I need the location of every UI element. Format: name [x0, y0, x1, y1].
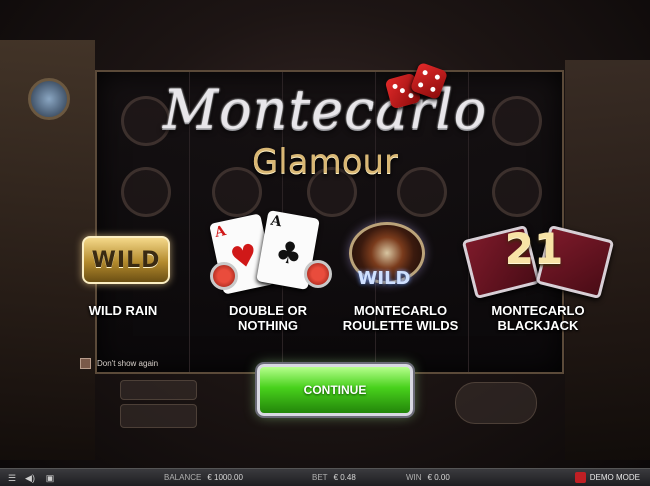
roulette-wild-badge: WILD	[357, 268, 411, 289]
settings-icon[interactable]: ▣	[44, 472, 56, 484]
playing-cards-icon: A ♥ A ♣	[209, 210, 332, 295]
dim-spin-button	[455, 382, 537, 424]
blackjack-21-badge: 21	[504, 224, 564, 273]
feature-label: DOUBLE OR NOTHING	[229, 303, 307, 333]
game-stage: Montecarlo Glamour WILD WILD RAIN A ♥ A ♣ …	[0, 0, 650, 486]
bet-display: BET € 0.48	[312, 473, 356, 482]
balance-display: BALANCE € 1000.00	[164, 473, 243, 482]
win-value: € 0.00	[427, 473, 450, 482]
chip-icon	[210, 262, 238, 290]
game-logo-subtitle: Glamour	[251, 142, 399, 182]
feature-blackjack: MONTECARLO BLACKJACK	[478, 303, 598, 333]
feature-label: WILD RAIN	[88, 303, 158, 318]
balance-label: BALANCE	[164, 473, 202, 482]
feature-wild-rain: WILD RAIN	[68, 303, 178, 318]
bet-label: BET	[312, 473, 328, 482]
feature-label: MONTECARLO ROULETTE WILDS	[342, 303, 459, 333]
dim-paytable-button	[120, 380, 197, 400]
feature-label: MONTECARLO BLACKJACK	[491, 303, 585, 333]
game-logo-title: Montecarlo	[162, 78, 488, 141]
wild-badge-text: WILD	[91, 247, 161, 273]
balance-value: € 1000.00	[207, 473, 243, 482]
win-display: WIN € 0.00	[406, 473, 450, 482]
win-label: WIN	[406, 473, 422, 482]
feature-double-or-nothing: DOUBLE OR NOTHING	[208, 303, 328, 333]
dont-show-again-checkbox[interactable]	[80, 358, 91, 369]
bet-value: € 0.48	[333, 473, 356, 482]
demo-mode-indicator: DEMO MODE	[574, 472, 640, 483]
wild-rain-badge-icon: WILD	[82, 236, 170, 284]
menu-icon[interactable]: ☰	[6, 472, 18, 484]
dont-show-again-label: Don't show again	[97, 359, 159, 368]
dont-show-again-option[interactable]: Don't show again	[80, 358, 158, 369]
feature-roulette-wilds: MONTECARLO ROULETTE WILDS	[328, 303, 473, 333]
dim-balance-button	[120, 404, 197, 428]
demo-mode-label: DEMO MODE	[589, 473, 640, 482]
chip-icon	[304, 260, 332, 288]
status-bar: ☰ ◀) ▣ BALANCE € 1000.00 BET € 0.48 WIN € 0…	[0, 468, 650, 486]
continue-button[interactable]: CONTINUE	[257, 364, 413, 416]
sound-icon[interactable]: ◀)	[24, 472, 36, 484]
continue-button-label: CONTINUE	[303, 383, 367, 397]
demo-mode-icon	[574, 472, 586, 483]
